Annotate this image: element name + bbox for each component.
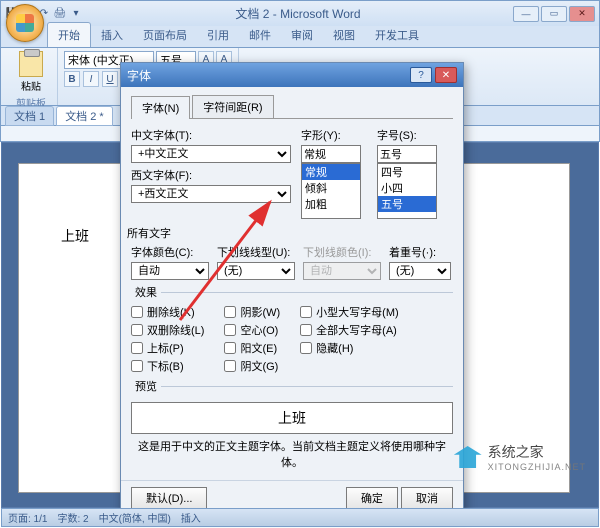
watermark-url: XITONGZHIJIA.NET	[488, 462, 586, 472]
paste-button[interactable]: 粘贴	[11, 51, 51, 93]
ribbon-tab-developer[interactable]: 开发工具	[365, 23, 429, 47]
preview-label: 预览	[131, 378, 161, 394]
emphasis-label: 着重号(·):	[389, 244, 451, 260]
ribbon-tab-references[interactable]: 引用	[197, 23, 239, 47]
cb-subscript[interactable]: 下标(B)	[131, 358, 204, 374]
emphasis-combo[interactable]: (无)	[389, 262, 451, 280]
dialog-close-button[interactable]: ✕	[435, 67, 457, 83]
effects-group: 效果 删除线(K) 双删除线(L) 上标(P) 下标(B) 阴影(W) 空心(O…	[131, 284, 453, 374]
document-text: 上班	[61, 226, 89, 246]
default-button[interactable]: 默认(D)...	[131, 487, 207, 509]
doctab-1[interactable]: 文档 1	[5, 106, 54, 126]
effects-label: 效果	[131, 284, 161, 300]
style-input[interactable]	[301, 145, 361, 163]
print-icon[interactable]: 🖨	[53, 7, 67, 21]
cb-outline[interactable]: 空心(O)	[224, 322, 280, 338]
dialog-titlebar[interactable]: 字体 ? ✕	[121, 63, 463, 87]
ribbon-tab-home[interactable]: 开始	[47, 22, 91, 47]
preview-hint: 这是用于中文的正文主题字体。当前文档主题定义将使用哪种字体。	[131, 438, 453, 470]
minimize-button[interactable]: —	[513, 6, 539, 22]
style-label: 字形(Y):	[301, 127, 371, 143]
underline-style-combo[interactable]: (无)	[217, 262, 295, 280]
cancel-button[interactable]: 取消	[401, 487, 453, 509]
section-all-text: 所有文字	[127, 225, 453, 241]
ribbon-tab-view[interactable]: 视图	[323, 23, 365, 47]
cb-strike[interactable]: 删除线(K)	[131, 304, 204, 320]
close-button[interactable]: ✕	[569, 6, 595, 22]
watermark-logo-icon	[454, 446, 482, 468]
cb-dstrike[interactable]: 双删除线(L)	[131, 322, 204, 338]
size-listbox[interactable]: 四号 小四 五号	[377, 163, 437, 219]
underline-style-label: 下划线线型(U):	[217, 244, 295, 260]
status-words[interactable]: 字数: 2	[57, 510, 88, 525]
bold-button[interactable]: B	[64, 71, 80, 87]
status-language[interactable]: 中文(简体, 中国)	[99, 510, 171, 525]
clipboard-group: 粘贴 剪贴板	[5, 48, 58, 105]
ribbon-tabs: 开始 插入 页面布局 引用 邮件 审阅 视图 开发工具	[0, 26, 600, 48]
tab-font[interactable]: 字体(N)	[131, 96, 190, 119]
underline-color-combo: 自动	[303, 262, 381, 280]
cb-smallcaps[interactable]: 小型大写字母(M)	[300, 304, 399, 320]
underline-color-label: 下划线颜色(I):	[303, 244, 381, 260]
window-controls: — ▭ ✕	[513, 6, 595, 22]
doctab-2[interactable]: 文档 2 *	[56, 106, 113, 126]
qat-more-icon[interactable]: ▾	[69, 7, 83, 21]
size-opt-1[interactable]: 小四	[378, 180, 436, 196]
status-mode[interactable]: 插入	[181, 510, 201, 525]
cb-shadow[interactable]: 阴影(W)	[224, 304, 280, 320]
size-label: 字号(S):	[377, 127, 447, 143]
cn-font-label: 中文字体(T):	[131, 127, 291, 143]
ribbon-tab-review[interactable]: 审阅	[281, 23, 323, 47]
cb-emboss[interactable]: 阳文(E)	[224, 340, 280, 356]
en-font-combo[interactable]: +西文正文	[131, 185, 291, 203]
cb-superscript[interactable]: 上标(P)	[131, 340, 204, 356]
ribbon-tab-mailings[interactable]: 邮件	[239, 23, 281, 47]
size-opt-0[interactable]: 四号	[378, 164, 436, 180]
style-opt-regular[interactable]: 常规	[302, 164, 360, 180]
style-opt-bold[interactable]: 加粗	[302, 196, 360, 212]
size-input[interactable]	[377, 145, 437, 163]
font-color-label: 字体颜色(C):	[131, 244, 209, 260]
maximize-button[interactable]: ▭	[541, 6, 567, 22]
font-dialog: 字体 ? ✕ 字体(N) 字符间距(R) 中文字体(T): +中文正文 西文字体…	[120, 62, 464, 516]
window-title: 文档 2 - Microsoft Word	[83, 5, 513, 22]
preview-box: 上班	[131, 402, 453, 434]
preview-group: 预览 上班 这是用于中文的正文主题字体。当前文档主题定义将使用哪种字体。	[131, 378, 453, 470]
ok-button[interactable]: 确定	[346, 487, 398, 509]
dialog-help-button[interactable]: ?	[410, 67, 432, 83]
dialog-title: 字体	[127, 67, 151, 84]
dialog-body: 字体(N) 字符间距(R) 中文字体(T): +中文正文 西文字体(F): +西…	[121, 87, 463, 480]
cb-engrave[interactable]: 阴文(G)	[224, 358, 280, 374]
cb-allcaps[interactable]: 全部大写字母(A)	[300, 322, 399, 338]
ribbon-tab-insert[interactable]: 插入	[91, 23, 133, 47]
office-logo-icon	[16, 14, 34, 32]
watermark: 系统之家 XITONGZHIJIA.NET	[454, 442, 586, 472]
ribbon-tab-layout[interactable]: 页面布局	[133, 23, 197, 47]
style-opt-italic[interactable]: 倾斜	[302, 180, 360, 196]
font-color-combo[interactable]: 自动	[131, 262, 209, 280]
status-page[interactable]: 页面: 1/1	[8, 510, 47, 525]
underline-button[interactable]: U	[102, 71, 118, 87]
clipboard-icon	[19, 51, 43, 77]
italic-button[interactable]: I	[83, 71, 99, 87]
cn-font-combo[interactable]: +中文正文	[131, 145, 291, 163]
style-listbox[interactable]: 常规 倾斜 加粗	[301, 163, 361, 219]
tab-spacing[interactable]: 字符间距(R)	[192, 95, 273, 118]
cb-hidden[interactable]: 隐藏(H)	[300, 340, 399, 356]
office-button[interactable]	[6, 4, 44, 42]
dialog-tabs: 字体(N) 字符间距(R)	[131, 95, 453, 119]
watermark-brand: 系统之家	[488, 442, 586, 462]
paste-label: 粘贴	[21, 78, 41, 93]
size-opt-2[interactable]: 五号	[378, 196, 436, 212]
en-font-label: 西文字体(F):	[131, 167, 291, 183]
status-bar: 页面: 1/1 字数: 2 中文(简体, 中国) 插入	[1, 508, 599, 527]
